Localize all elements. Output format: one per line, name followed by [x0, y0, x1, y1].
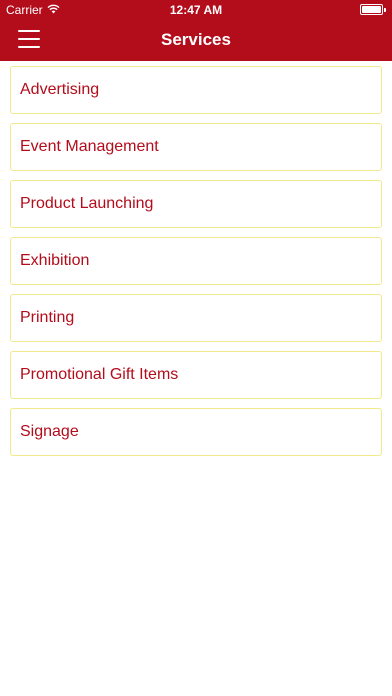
service-item-promotional-gift-items[interactable]: Promotional Gift Items [10, 351, 382, 399]
header: Carrier 12:47 AM Services [0, 0, 392, 61]
service-item-printing[interactable]: Printing [10, 294, 382, 342]
service-item-signage[interactable]: Signage [10, 408, 382, 456]
services-list: Advertising Event Management Product Lau… [0, 61, 392, 456]
status-bar: Carrier 12:47 AM [0, 0, 392, 20]
service-item-exhibition[interactable]: Exhibition [10, 237, 382, 285]
service-item-event-management[interactable]: Event Management [10, 123, 382, 171]
battery-icon [360, 4, 386, 15]
page-title: Services [161, 30, 231, 49]
navigation-bar: Services [0, 20, 392, 61]
status-time: 12:47 AM [169, 3, 223, 17]
service-item-advertising[interactable]: Advertising [10, 66, 382, 114]
service-item-product-launching[interactable]: Product Launching [10, 180, 382, 228]
app-screen: Carrier 12:47 AM Services Advertising Ev… [0, 0, 392, 696]
